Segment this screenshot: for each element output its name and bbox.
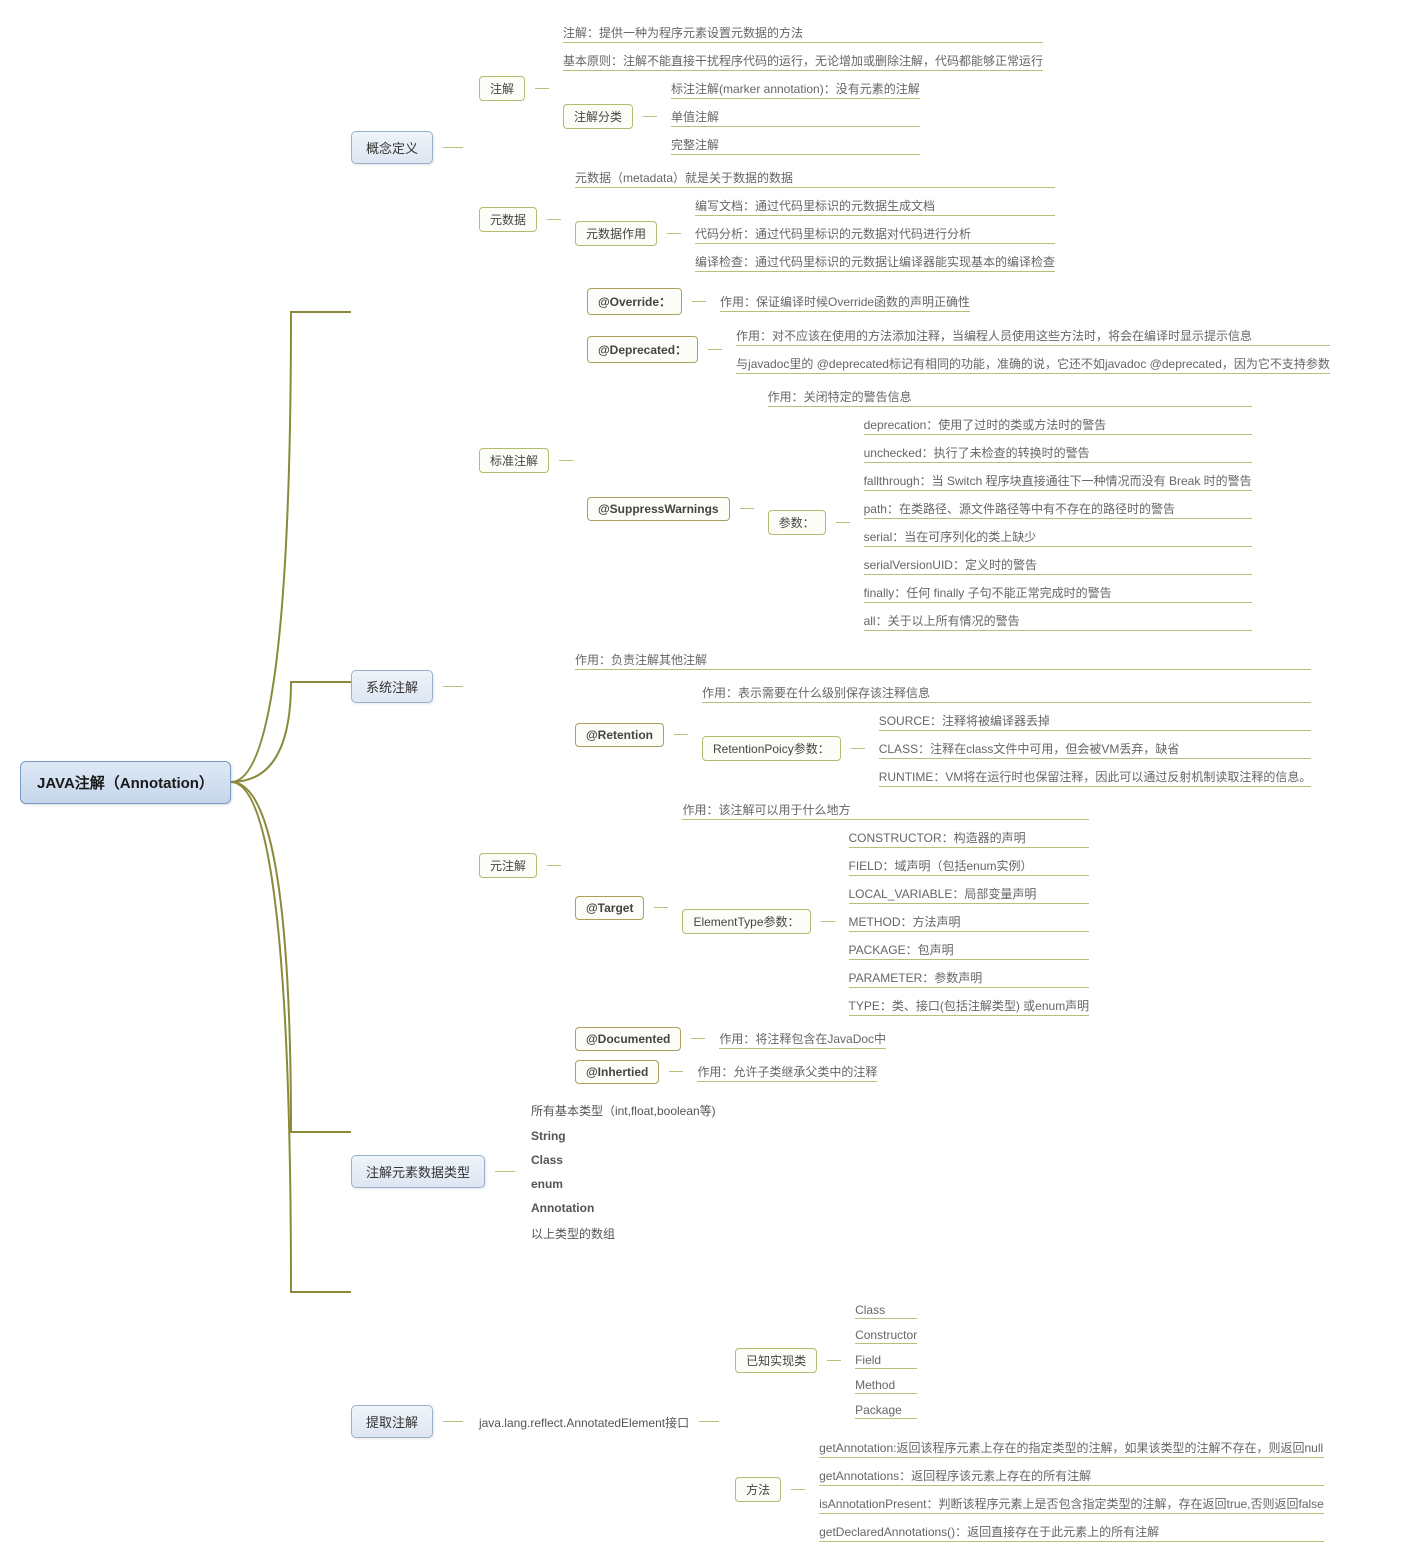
- text-impl-class: Class: [855, 1301, 917, 1319]
- node-inherited[interactable]: @Inhertied: [575, 1060, 659, 1084]
- text-sp-serial: serial：当在可序列化的类上缺少: [864, 526, 1252, 547]
- text-meta-def: 元数据（metadata）就是关于数据的数据: [575, 167, 1055, 188]
- text-et-method: METHOD：方法声明: [849, 911, 1090, 932]
- node-documented[interactable]: @Documented: [575, 1027, 681, 1051]
- branch-datatypes: 注解元素数据类型 所有基本类型（int,float,boolean等) Stri…: [351, 1098, 1330, 1245]
- branch-concept: 概念定义 注解 注解：提供一种为程序元素设置元数据的方法 基本原则：注解不能直接…: [351, 20, 1330, 274]
- text-et-type: TYPE：类、接口(包括注解类型) 或enum声明: [849, 995, 1090, 1016]
- text-anno-principle: 基本原则：注解不能直接干扰程序代码的运行，无论增加或删除注解，代码都能够正常运行: [563, 50, 1043, 71]
- text-retention-use: 作用：表示需要在什么级别保存该注释信息: [702, 682, 1311, 703]
- text-inherited: 作用：允许子类继承父类中的注释: [697, 1061, 877, 1082]
- text-dt-class: Class: [531, 1151, 716, 1168]
- node-extract[interactable]: 提取注解: [351, 1405, 433, 1438]
- text-meta-anno-use: 作用：负责注解其他注解: [575, 649, 1311, 670]
- text-rp-class: CLASS：注释在class文件中可用，但会被VM丢弃，缺省: [879, 738, 1312, 759]
- text-sp-serialuid: serialVersionUID：定义时的警告: [864, 554, 1252, 575]
- text-m-getdeclared: getDeclaredAnnotations()：返回直接存在于此元素上的所有注…: [819, 1521, 1324, 1542]
- text-rp-runtime: RUNTIME：VM将在运行时也保留注释，因此可以通过反射机制读取注释的信息。: [879, 766, 1312, 787]
- text-sp-all: all：关于以上所有情况的警告: [864, 610, 1252, 631]
- node-suppress-params[interactable]: 参数：: [768, 510, 826, 535]
- text-anno-def: 注解：提供一种为程序元素设置元数据的方法: [563, 22, 1043, 43]
- text-dt-primitive: 所有基本类型（int,float,boolean等): [531, 1100, 716, 1120]
- text-et-local: LOCAL_VARIABLE：局部变量声明: [849, 883, 1090, 904]
- text-sp-unchecked: unchecked：执行了未检查的转换时的警告: [864, 442, 1252, 463]
- text-target-use: 作用：该注解可以用于什么地方: [682, 799, 1089, 820]
- text-sp-finally: finally：任何 finally 子句不能正常完成时的警告: [864, 582, 1252, 603]
- node-standard[interactable]: 标准注解: [479, 448, 549, 473]
- text-iface: java.lang.reflect.AnnotatedElement接口: [479, 1412, 689, 1432]
- node-meta-anno[interactable]: 元注解: [479, 853, 537, 878]
- node-impl[interactable]: 已知实现类: [735, 1348, 817, 1373]
- node-retention-policy[interactable]: RetentionPoicy参数：: [702, 736, 841, 761]
- node-suppress[interactable]: @SuppressWarnings: [587, 497, 730, 521]
- root-fork: [231, 232, 351, 1332]
- text-override: 作用：保证编译时候Override函数的声明正确性: [720, 291, 970, 312]
- text-meta-analysis: 代码分析：通过代码里标识的元数据对代码进行分析: [695, 223, 1055, 244]
- text-impl-package: Package: [855, 1401, 917, 1419]
- branch-system: 系统注解 标准注解 @Override： 作用：保证编译时候Override函数…: [351, 288, 1330, 1084]
- text-rp-source: SOURCE：注释将被编译器丢掉: [879, 710, 1312, 731]
- text-sp-deprecation: deprecation：使用了过时的类或方法时的警告: [864, 414, 1252, 435]
- node-annotation[interactable]: 注解: [479, 76, 525, 101]
- node-retention[interactable]: @Retention: [575, 723, 664, 747]
- text-et-constructor: CONSTRUCTOR：构造器的声明: [849, 827, 1090, 848]
- text-dt-string: String: [531, 1127, 716, 1144]
- node-methods[interactable]: 方法: [735, 1477, 781, 1502]
- text-dt-enum: enum: [531, 1175, 716, 1192]
- text-meta-doc: 编写文档：通过代码里标识的元数据生成文档: [695, 195, 1055, 216]
- mindmap-root: JAVA注解（Annotation） 概念定义 注解 注解：提供一种为程序元素设…: [20, 20, 1398, 1544]
- text-deprecated-2: 与javadoc里的 @deprecated标记有相同的功能，准确的说，它还不如…: [736, 353, 1330, 374]
- text-et-parameter: PARAMETER：参数声明: [849, 967, 1090, 988]
- root-node[interactable]: JAVA注解（Annotation）: [20, 761, 231, 804]
- node-override[interactable]: @Override：: [587, 288, 682, 315]
- node-datatypes[interactable]: 注解元素数据类型: [351, 1155, 485, 1188]
- text-sp-fallthrough: fallthrough：当 Switch 程序块直接通往下一种情况而没有 Bre…: [864, 470, 1252, 491]
- node-elementtype[interactable]: ElementType参数：: [682, 909, 810, 934]
- text-m-getannos: getAnnotations：返回程序该元素上存在的所有注解: [819, 1465, 1324, 1486]
- text-documented: 作用：将注释包含在JavaDoc中: [719, 1028, 886, 1049]
- branch-extract: 提取注解 java.lang.reflect.AnnotatedElement接…: [351, 1299, 1330, 1544]
- text-sp-path: path：在类路径、源文件路径等中有不存在的路径时的警告: [864, 498, 1252, 519]
- node-system[interactable]: 系统注解: [351, 670, 433, 703]
- text-dt-annotation: Annotation: [531, 1199, 716, 1216]
- node-deprecated[interactable]: @Deprecated：: [587, 336, 698, 363]
- text-et-package: PACKAGE：包声明: [849, 939, 1090, 960]
- text-meta-check: 编译检查：通过代码里标识的元数据让编译器能实现基本的编译检查: [695, 251, 1055, 272]
- text-dt-array: 以上类型的数组: [531, 1223, 716, 1243]
- text-full: 完整注解: [671, 134, 920, 155]
- text-impl-constructor: Constructor: [855, 1326, 917, 1344]
- node-meta-usage[interactable]: 元数据作用: [575, 221, 657, 246]
- text-impl-method: Method: [855, 1376, 917, 1394]
- text-et-field: FIELD：域声明（包括enum实例）: [849, 855, 1090, 876]
- node-target[interactable]: @Target: [575, 896, 644, 920]
- text-marker: 标注注解(marker annotation)：没有元素的注解: [671, 78, 920, 99]
- node-anno-classify[interactable]: 注解分类: [563, 104, 633, 129]
- node-concept[interactable]: 概念定义: [351, 131, 433, 164]
- text-suppress-use: 作用：关闭特定的警告信息: [768, 386, 1252, 407]
- level1-container: 概念定义 注解 注解：提供一种为程序元素设置元数据的方法 基本原则：注解不能直接…: [351, 20, 1330, 1544]
- text-m-getanno: getAnnotation:返回该程序元素上存在的指定类型的注解，如果该类型的注…: [819, 1437, 1324, 1458]
- text-deprecated-1: 作用：对不应该在使用的方法添加注释，当编程人员使用这些方法时，将会在编译时显示提…: [736, 325, 1330, 346]
- text-impl-field: Field: [855, 1351, 917, 1369]
- node-metadata[interactable]: 元数据: [479, 207, 537, 232]
- text-single-value: 单值注解: [671, 106, 920, 127]
- text-m-ispresent: isAnnotationPresent：判断该程序元素上是否包含指定类型的注解，…: [819, 1493, 1324, 1514]
